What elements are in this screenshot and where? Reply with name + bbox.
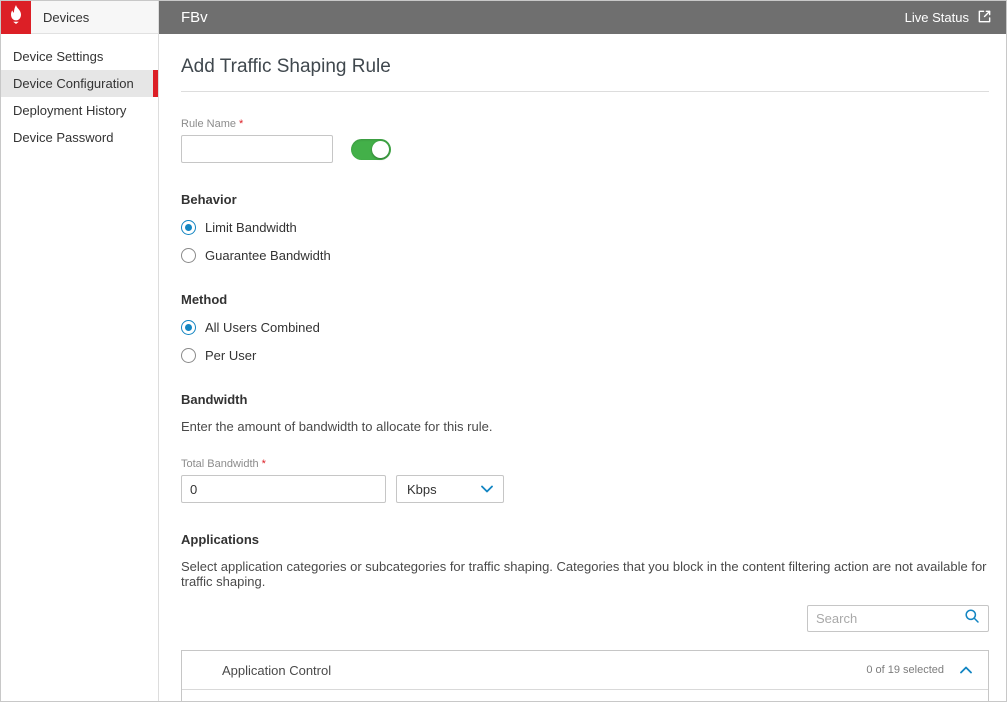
sidebar: Devices Device Settings Device Configura… — [1, 0, 159, 701]
application-list: Business tools 0 of 23 selected Database… — [182, 690, 988, 701]
radio-all-users-combined[interactable]: All Users Combined — [181, 320, 989, 335]
total-bandwidth-label: Total Bandwidth * — [181, 458, 266, 470]
page-title: Add Traffic Shaping Rule — [181, 56, 989, 92]
bandwidth-unit-value: Kbps — [407, 481, 437, 497]
sidebar-nav: Device Settings Device Configuration Dep… — [1, 34, 158, 151]
external-link-icon — [977, 9, 992, 27]
search-icon[interactable] — [964, 608, 980, 629]
bandwidth-unit-select[interactable]: Kbps — [396, 475, 504, 503]
required-asterisk: * — [239, 118, 244, 130]
application-control-header[interactable]: Application Control 0 of 19 selected — [182, 651, 988, 690]
sidebar-item-device-configuration[interactable]: Device Configuration — [1, 70, 158, 97]
search-row — [181, 605, 989, 632]
live-status-link[interactable]: Live Status — [905, 9, 992, 27]
radio-icon — [181, 348, 196, 363]
applications-description: Select application categories or subcate… — [181, 559, 987, 589]
total-bandwidth-input[interactable] — [181, 475, 386, 503]
watchguard-logo[interactable] — [1, 0, 31, 34]
rule-enabled-toggle[interactable] — [351, 138, 391, 160]
radio-limit-bandwidth[interactable]: Limit Bandwidth — [181, 220, 989, 235]
radio-label: Per User — [205, 348, 257, 363]
sidebar-item-label: Device Settings — [13, 49, 104, 64]
behavior-heading: Behavior — [181, 192, 237, 207]
live-status-label: Live Status — [904, 10, 969, 25]
applications-heading: Applications — [181, 532, 260, 547]
radio-icon — [181, 220, 196, 235]
panel-selected-summary: 0 of 19 selected — [866, 664, 944, 676]
application-control-panel: Application Control 0 of 19 selected Bus… — [181, 650, 989, 701]
radio-icon — [181, 248, 196, 263]
sidebar-item-deployment-history[interactable]: Deployment History — [1, 97, 158, 124]
app-window: Devices Device Settings Device Configura… — [0, 0, 1007, 702]
topbar: FBv Live Status — [159, 1, 1006, 34]
sidebar-item-device-password[interactable]: Device Password — [1, 124, 158, 151]
rule-name-input[interactable] — [181, 135, 333, 163]
radio-per-user[interactable]: Per User — [181, 348, 989, 363]
radio-guarantee-bandwidth[interactable]: Guarantee Bandwidth — [181, 248, 989, 263]
search-box — [807, 605, 989, 632]
sidebar-item-label: Deployment History — [13, 103, 127, 118]
radio-label: Guarantee Bandwidth — [205, 248, 331, 263]
bandwidth-description: Enter the amount of bandwidth to allocat… — [181, 419, 493, 434]
device-name: FBv — [181, 9, 208, 26]
total-bandwidth-row: Kbps — [181, 475, 989, 503]
sidebar-item-label: Device Configuration — [13, 76, 134, 91]
sidebar-header: Devices — [1, 0, 158, 34]
sidebar-title: Devices — [43, 9, 90, 25]
rule-name-label: Rule Name * — [181, 118, 244, 130]
page-content: Add Traffic Shaping Rule Rule Name * Beha… — [159, 34, 1006, 701]
radio-icon — [181, 320, 196, 335]
bandwidth-heading: Bandwidth — [181, 392, 248, 407]
main-area: FBv Live Status Add Traffic Shaping Rule… — [159, 1, 1006, 701]
method-heading: Method — [181, 292, 228, 307]
sidebar-item-device-settings[interactable]: Device Settings — [1, 43, 158, 70]
flame-icon — [8, 5, 24, 29]
chevron-up-icon[interactable] — [960, 666, 972, 674]
search-input[interactable] — [816, 611, 964, 626]
chevron-down-icon — [481, 485, 493, 493]
radio-label: Limit Bandwidth — [205, 220, 297, 235]
panel-title: Application Control — [222, 662, 332, 678]
radio-label: All Users Combined — [205, 320, 320, 335]
sidebar-item-label: Device Password — [13, 130, 114, 145]
rule-name-row — [181, 135, 989, 163]
required-asterisk: * — [261, 458, 266, 470]
